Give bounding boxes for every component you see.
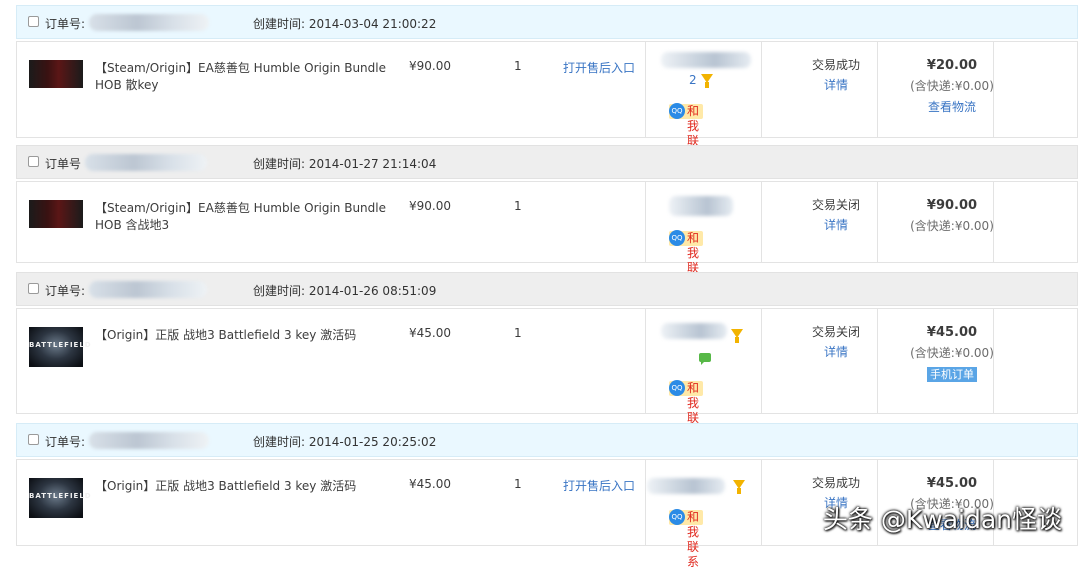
order-total: ¥20.00 (含快递:¥0.00) 查看物流 [893, 55, 1011, 118]
quantity: 1 [514, 477, 522, 491]
order-header: 订单号 创建时间: 2014-01-27 21:14:04 [16, 145, 1078, 179]
qq-icon: QQ [669, 380, 685, 396]
product-title[interactable]: 【Steam/Origin】EA慈善包 Humble Origin Bundle… [95, 200, 395, 234]
order-total: ¥90.00 (含快递:¥0.00) [910, 198, 994, 233]
contact-seller-button[interactable]: QQ和我联系 [669, 103, 704, 163]
created-time: 创建时间: 2014-01-26 08:51:09 [253, 284, 437, 298]
qq-icon: QQ [669, 230, 685, 246]
filter-funnel-icon[interactable] [733, 480, 745, 494]
seller-level: 2 [689, 73, 697, 87]
order-no-redacted [85, 154, 207, 171]
order-item-row: 【Steam/Origin】EA慈善包 Humble Origin Bundle… [16, 41, 1078, 163]
order-no-label: 订单号: [45, 284, 86, 298]
trade-status: 交易成功 详情 [777, 55, 895, 95]
order-header: 订单号: 创建时间: 2014-01-25 20:25:02 [16, 423, 1078, 457]
order-item-row: BATTLEFIELD 【Origin】正版 战地3 Battlefield 3… [16, 308, 1078, 440]
qq-icon: QQ [669, 509, 685, 525]
contact-seller-button[interactable]: QQ和我联系 [669, 380, 704, 440]
order-no-redacted [89, 281, 207, 298]
product-title[interactable]: 【Origin】正版 战地3 Battlefield 3 key 激活码 [95, 478, 395, 495]
order-select-checkbox[interactable] [28, 16, 39, 27]
mobile-order-badge: 手机订单 [927, 367, 977, 382]
seller-name-redacted [661, 323, 727, 339]
product-thumbnail[interactable] [29, 60, 83, 88]
order-item-row: 【Steam/Origin】EA慈善包 Humble Origin Bundle… [16, 181, 1078, 290]
order-no-label: 订单号: [45, 17, 86, 31]
unit-price: ¥45.00 [409, 477, 451, 491]
order-total: ¥45.00 (含快递:¥0.00) 手机订单 [910, 325, 994, 382]
after-sale-link[interactable]: 打开售后入口 [563, 477, 635, 494]
detail-link[interactable]: 详情 [777, 342, 895, 362]
seller-name-redacted [647, 478, 725, 494]
product-thumbnail[interactable]: BATTLEFIELD [29, 327, 91, 367]
after-sale-link[interactable]: 打开售后入口 [563, 59, 635, 76]
unit-price: ¥45.00 [409, 326, 451, 340]
created-time: 创建时间: 2014-01-27 21:14:04 [253, 157, 437, 171]
product-title[interactable]: 【Origin】正版 战地3 Battlefield 3 key 激活码 [95, 327, 395, 344]
order-no-label: 订单号 [45, 157, 82, 171]
quantity: 1 [514, 199, 522, 213]
unit-price: ¥90.00 [409, 199, 451, 213]
contact-seller-button[interactable]: QQ和我联系 [669, 230, 704, 290]
view-logistics-link[interactable]: 查看物流 [893, 97, 1011, 118]
order-no-redacted [89, 432, 209, 449]
order-select-checkbox[interactable] [28, 434, 39, 445]
watermark: 头条 @Kwaidan怪谈 [822, 505, 1062, 534]
order-no-redacted [89, 14, 209, 31]
detail-link[interactable]: 详情 [777, 75, 895, 95]
order-no-label: 订单号: [45, 435, 86, 449]
contact-seller-button[interactable]: QQ和我联系 [669, 509, 704, 569]
order-select-checkbox[interactable] [28, 156, 39, 167]
product-thumbnail[interactable]: BATTLEFIELD [29, 478, 91, 518]
quantity: 1 [514, 326, 522, 340]
wangwang-chat-icon[interactable] [699, 353, 711, 365]
detail-link[interactable]: 详情 [777, 215, 895, 235]
quantity: 1 [514, 59, 522, 73]
filter-funnel-icon[interactable] [701, 74, 713, 88]
order-header: 订单号: 创建时间: 2014-03-04 21:00:22 [16, 5, 1078, 39]
created-time: 创建时间: 2014-03-04 21:00:22 [253, 17, 437, 31]
qq-icon: QQ [669, 103, 685, 119]
order-header: 订单号: 创建时间: 2014-01-26 08:51:09 [16, 272, 1078, 306]
order-select-checkbox[interactable] [28, 283, 39, 294]
product-title[interactable]: 【Steam/Origin】EA慈善包 Humble Origin Bundle… [95, 60, 395, 94]
product-thumbnail[interactable] [29, 200, 83, 228]
seller-name-redacted [669, 196, 733, 216]
unit-price: ¥90.00 [409, 59, 451, 73]
trade-status: 交易关闭 详情 [777, 195, 895, 235]
filter-funnel-icon[interactable] [731, 329, 743, 343]
created-time: 创建时间: 2014-01-25 20:25:02 [253, 435, 437, 449]
seller-name-redacted [661, 52, 751, 68]
trade-status: 交易关闭 详情 [777, 322, 895, 362]
